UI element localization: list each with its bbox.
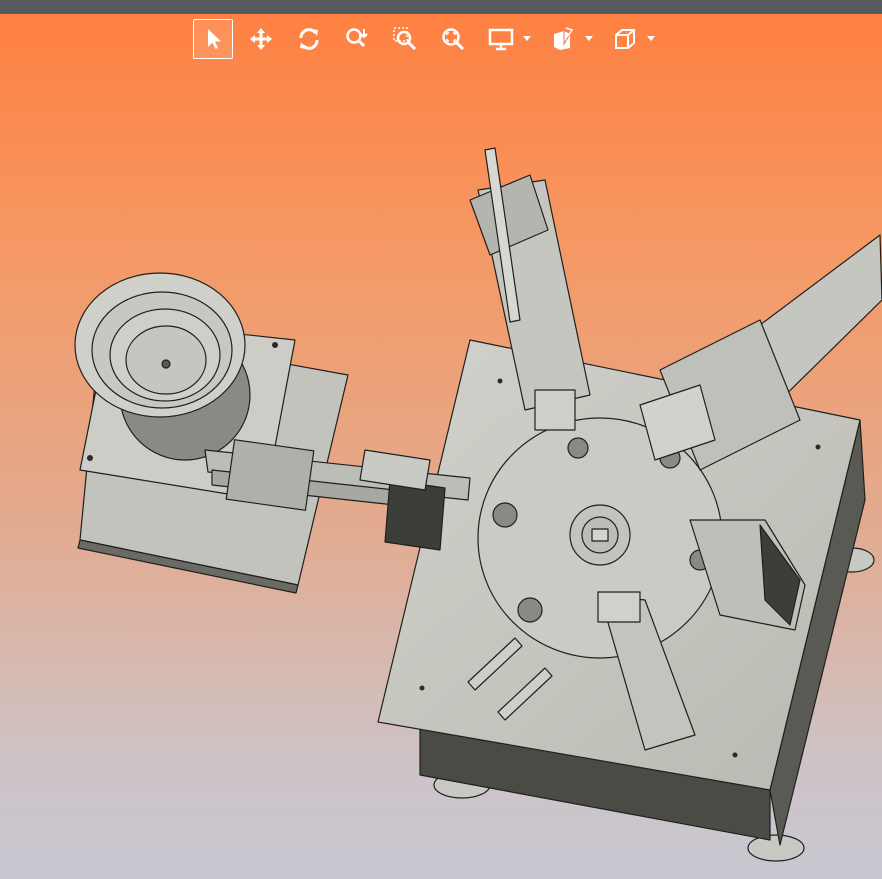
top-bar — [0, 0, 882, 14]
cad-3d-model-viewport[interactable] — [0, 14, 882, 879]
linear-vibrator — [225, 439, 315, 511]
caster-wheel — [747, 834, 805, 862]
feed-station-block — [384, 479, 446, 551]
